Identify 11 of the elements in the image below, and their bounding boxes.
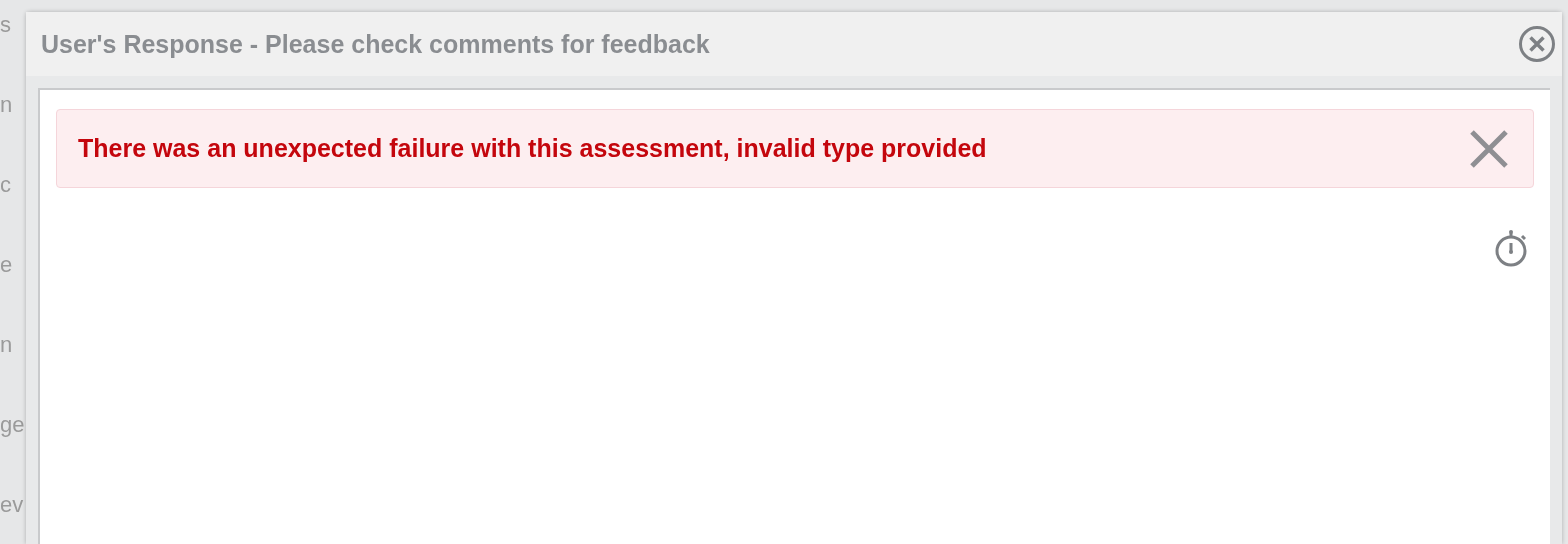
background-text: s — [0, 11, 12, 39]
background-text: c — [0, 171, 12, 199]
background-text: e — [0, 251, 14, 279]
background-text: ev — [0, 491, 25, 519]
background-text: ge — [0, 411, 26, 439]
close-icon[interactable] — [1518, 25, 1556, 63]
background-text: n — [0, 91, 14, 119]
background-text: n — [0, 331, 14, 359]
close-icon[interactable] — [1469, 128, 1509, 169]
dialog-title: User's Response - Please check comments for feedback — [41, 29, 710, 59]
error-message: There was an unexpected failure with this assessment, invalid type provided — [78, 134, 987, 163]
